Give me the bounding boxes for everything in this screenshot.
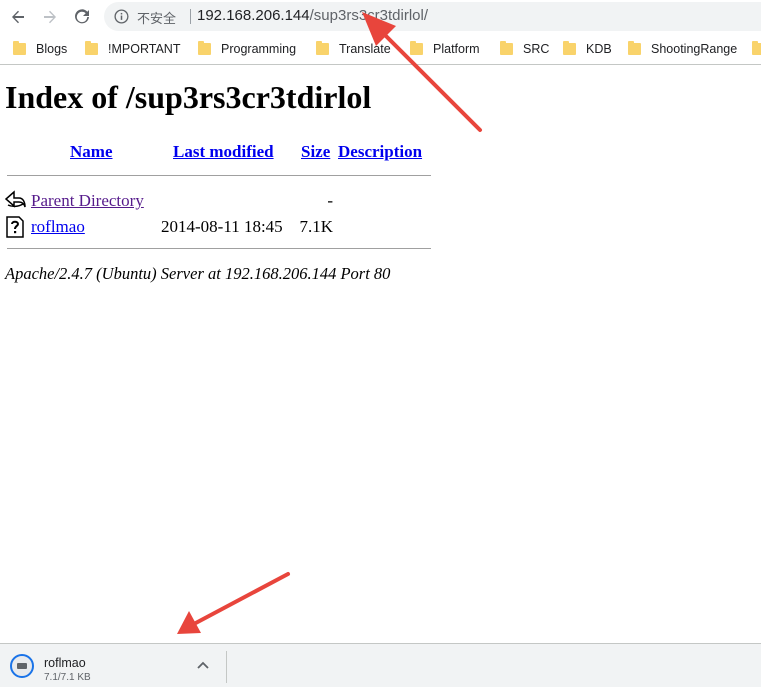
folder-icon xyxy=(500,41,513,55)
folder-icon xyxy=(85,41,98,55)
folder-icon xyxy=(316,41,329,55)
reload-button[interactable] xyxy=(69,4,95,30)
footer-divider xyxy=(7,248,431,249)
download-progress: 7.1/7.1 KB xyxy=(44,672,91,683)
bookmark-important[interactable]: !MPORTANT xyxy=(85,40,180,58)
folder-icon xyxy=(563,41,576,55)
column-header-size[interactable]: Size xyxy=(301,142,330,162)
unknown-file-icon xyxy=(6,216,24,238)
file-size: 7.1K xyxy=(299,217,333,236)
column-header-description[interactable]: Description xyxy=(338,142,422,162)
back-button[interactable] xyxy=(5,4,31,30)
url-path: /sup3rs3cr3tdirlol/ xyxy=(309,7,429,24)
folder-icon xyxy=(13,41,26,55)
column-header-name[interactable]: Name xyxy=(70,142,112,162)
forward-button[interactable] xyxy=(37,4,63,30)
download-filename: roflmao xyxy=(44,656,86,670)
bookmark-kdb[interactable]: KDB xyxy=(563,40,612,58)
bookmarks-bar: Blogs !MPORTANT Programming Translate Pl… xyxy=(0,33,761,65)
bookmark-label: KDB xyxy=(586,42,612,56)
security-label: 不安全 xyxy=(137,12,177,27)
bookmark-label: Translate xyxy=(339,42,391,56)
bookmark-overflow[interactable] xyxy=(752,40,761,58)
omnibox-divider xyxy=(190,9,191,24)
download-item[interactable]: roflmao 7.1/7.1 KB xyxy=(0,644,222,687)
bookmark-translate[interactable]: Translate xyxy=(316,40,391,58)
url-text[interactable]: 192.168.206.144/sup3rs3cr3tdirlol/ xyxy=(197,7,428,24)
file-size: - xyxy=(327,191,333,210)
table-row: roflmao 2014-08-11 18:45 7.1K xyxy=(5,216,445,238)
bookmark-label: SRC xyxy=(523,42,550,56)
bookmark-blogs[interactable]: Blogs xyxy=(13,40,67,58)
server-signature: Apache/2.4.7 (Ubuntu) Server at 192.168.… xyxy=(5,264,391,283)
bookmark-src[interactable]: SRC xyxy=(500,40,549,58)
file-modified: 2014-08-11 18:45 xyxy=(161,217,283,236)
bookmark-label: Platform xyxy=(433,42,480,56)
address-bar[interactable]: 不安全 192.168.206.144/sup3rs3cr3tdirlol/ xyxy=(104,2,761,31)
annotation-arrow-download xyxy=(177,572,290,634)
bookmark-label: !MPORTANT xyxy=(108,42,181,56)
bookmark-label: Blogs xyxy=(36,42,68,56)
shelf-divider xyxy=(226,651,227,683)
url-host: 192.168.206.144 xyxy=(197,7,310,24)
folder-icon xyxy=(198,41,211,55)
browser-toolbar: 不安全 192.168.206.144/sup3rs3cr3tdirlol/ xyxy=(0,0,761,33)
table-row: Parent Directory - xyxy=(5,190,445,212)
reload-icon xyxy=(75,9,89,24)
folder-icon xyxy=(628,41,641,55)
bookmark-platform[interactable]: Platform xyxy=(410,40,480,58)
download-shelf: roflmao 7.1/7.1 KB xyxy=(0,643,761,687)
file-download-icon xyxy=(10,654,34,678)
header-divider xyxy=(7,175,431,176)
bookmark-label: ShootingRange xyxy=(651,42,738,56)
file-link[interactable]: Parent Directory xyxy=(31,191,144,211)
bookmark-programming[interactable]: Programming xyxy=(198,40,296,58)
info-circle-icon[interactable] xyxy=(114,9,129,24)
back-arrow-icon xyxy=(5,190,26,208)
bookmark-label: Programming xyxy=(221,42,297,56)
folder-icon xyxy=(752,41,761,55)
folder-icon xyxy=(410,41,423,55)
arrow-right-icon xyxy=(44,10,56,24)
column-header-modified[interactable]: Last modified xyxy=(173,142,274,162)
arrow-left-icon xyxy=(12,10,24,24)
file-link[interactable]: roflmao xyxy=(31,217,85,237)
bookmark-shootingrange[interactable]: ShootingRange xyxy=(628,40,737,58)
page-title: Index of /sup3rs3cr3tdirlol xyxy=(5,79,372,115)
chevron-up-icon[interactable] xyxy=(196,660,210,672)
